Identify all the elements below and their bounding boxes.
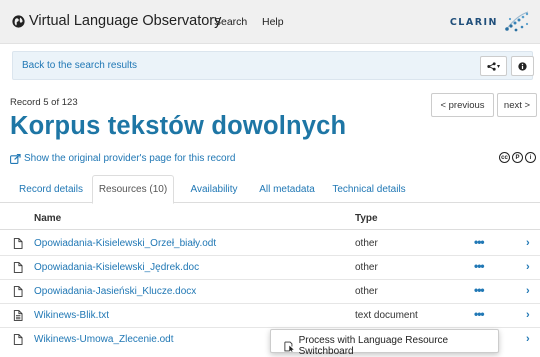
info-icon [518,61,527,71]
table-row: Opowiadania-Kisielewski_Orzeł_biały.odt … [0,232,540,256]
switchboard-popup-menu: Process with Language Resource Switchboa… [270,329,499,357]
table-row: Opowiadania-Jasieński_Klucze.docx other … [0,280,540,304]
resource-link[interactable]: Opowiadania-Kisielewski_Orzeł_biały.odt [34,238,216,249]
record-title: Korpus tekstów dowolnych [10,112,347,140]
switchboard-icon [284,341,294,352]
file-text-icon [13,310,23,321]
chevron-right-icon[interactable]: › [526,237,530,249]
tab-record-details[interactable]: Record details [10,175,92,203]
file-icon [13,334,23,345]
file-icon [13,262,23,273]
record-counter: Record 5 of 123 [10,97,78,108]
tab-availability[interactable]: Availability [179,175,249,203]
table-row: Wikinews-Blik.txt text document ••• › [0,304,540,328]
license-icons: cc P i [499,152,536,163]
clarin-logo[interactable]: CLARIN [450,10,530,34]
provider-page-link[interactable]: Show the original provider's page for th… [10,153,235,164]
clarin-logo-text: CLARIN [449,16,498,28]
top-navbar: Virtual Language Observatory Search Help… [0,0,540,44]
more-options-button[interactable]: ••• [474,283,485,297]
more-options-button[interactable]: ••• [474,259,485,273]
chevron-right-icon[interactable]: › [526,261,530,273]
table-row: Opowiadania-Kisielewski_Jędrek.doc other… [0,256,540,280]
clarin-dots-icon [505,11,529,32]
resource-type: other [355,262,378,273]
resource-type: other [355,286,378,297]
share-button[interactable]: ▾ [480,56,507,76]
resource-link[interactable]: Opowiadania-Kisielewski_Jędrek.doc [34,262,199,273]
provider-link-label: Show the original provider's page for th… [24,153,236,164]
chevron-down-icon: ▾ [496,63,500,70]
accessibility-icon: i [525,152,536,163]
file-icon [13,286,23,297]
resource-link[interactable]: Wikinews-Umowa_Zlecenie.odt [34,334,174,345]
chevron-right-icon[interactable]: › [526,285,530,297]
chevron-right-icon[interactable]: › [526,309,530,321]
file-icon [13,238,23,249]
column-header-name: Name [34,213,62,224]
chevron-right-icon[interactable]: › [526,333,530,345]
resource-link[interactable]: Opowiadania-Jasieński_Klucze.docx [34,286,196,297]
previous-record-button[interactable]: < previous [431,93,494,117]
external-link-icon [10,153,21,164]
more-options-button[interactable]: ••• [474,235,485,249]
back-to-results-link[interactable]: Back to the search results [22,60,137,71]
more-options-button[interactable]: ••• [474,307,485,321]
brand-title: Virtual Language Observatory [29,13,222,29]
public-icon: P [512,152,523,163]
resource-type: other [355,238,378,249]
creative-commons-icon: cc [499,152,510,163]
resource-type: text document [355,310,418,321]
header-divider [0,229,540,230]
tab-technical-details[interactable]: Technical details [326,175,412,203]
nav-search-link[interactable]: Search [214,16,247,28]
record-tabs: Record details Resources (10) Availabili… [0,175,540,204]
share-icon [487,61,496,71]
tab-resources[interactable]: Resources (10) [92,175,174,204]
back-to-search-bar: Back to the search results ▾ [12,51,534,80]
info-button[interactable] [511,56,534,76]
column-header-type: Type [355,213,378,224]
process-with-switchboard-item[interactable]: Process with Language Resource Switchboa… [284,335,498,357]
tab-all-metadata[interactable]: All metadata [253,175,321,203]
switchboard-label: Process with Language Resource Switchboa… [298,335,449,357]
resource-link[interactable]: Wikinews-Blik.txt [34,310,109,321]
brand-link[interactable]: Virtual Language Observatory [12,13,221,29]
nav-help-link[interactable]: Help [262,16,284,28]
globe-icon [12,14,25,28]
next-record-button[interactable]: next > [497,93,537,117]
